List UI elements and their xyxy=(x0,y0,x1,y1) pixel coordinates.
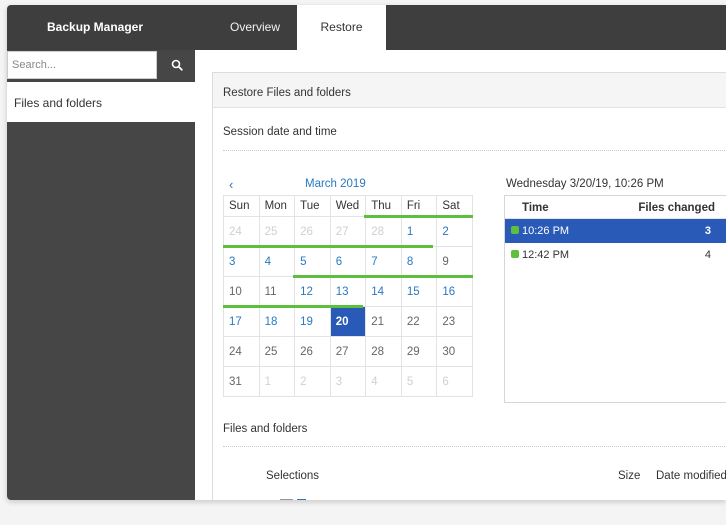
calendar-week-row: 3456789 xyxy=(223,246,473,277)
calendar-day[interactable]: 7 xyxy=(365,246,402,277)
backup-status-icon xyxy=(511,226,519,234)
calendar-day: 3 xyxy=(329,366,367,397)
backup-marker xyxy=(223,245,433,248)
calendar-day[interactable]: 18 xyxy=(258,306,296,337)
calendar-day: 4 xyxy=(365,366,402,397)
session-files-changed: 3 xyxy=(704,225,711,237)
calendar-day[interactable]: 15 xyxy=(400,276,438,307)
calendar-day: 27 xyxy=(329,336,367,367)
calendar-day[interactable]: 4 xyxy=(258,246,296,277)
session-row[interactable]: 12:42 PM 4 xyxy=(505,243,726,267)
sidebar-item-files-and-folders[interactable]: Files and folders xyxy=(7,82,195,122)
weekday-header: Mon xyxy=(258,195,296,217)
weekday-header: Tue xyxy=(294,195,331,217)
calendar-week-row: 31 1 2 3 4 5 6 xyxy=(223,366,473,397)
calendar-day: 30 xyxy=(436,336,473,367)
backup-marker xyxy=(293,275,473,278)
calendar-day: 31 xyxy=(223,366,260,397)
section-divider xyxy=(223,446,726,447)
calendar-day[interactable]: 5 xyxy=(294,246,331,277)
tab-overview[interactable]: Overview xyxy=(213,5,297,50)
files-section-label: Files and folders xyxy=(223,423,308,435)
calendar-day: 27 xyxy=(329,216,367,247)
calendar-day: 22 xyxy=(400,306,438,337)
calendar-day: 21 xyxy=(365,306,402,337)
calendar-day: 24 xyxy=(223,336,260,367)
calendar-day[interactable]: 17 xyxy=(223,306,260,337)
session-section-label: Session date and time xyxy=(223,126,337,138)
backup-marker xyxy=(364,215,473,218)
session-time: 12:42 PM xyxy=(522,249,570,261)
session-files-changed: 4 xyxy=(704,249,711,261)
calendar-day: 23 xyxy=(436,306,473,337)
calendar-day[interactable]: 8 xyxy=(400,246,438,277)
size-column-header[interactable]: Size xyxy=(618,470,640,482)
calendar-day: 5 xyxy=(400,366,438,397)
main-content: Restore Files and folders Session date a… xyxy=(195,50,726,500)
select-all-checkbox[interactable] xyxy=(280,499,293,500)
calendar-day: 26 xyxy=(294,336,331,367)
session-date-title: Wednesday 3/20/19, 10:26 PM xyxy=(506,178,664,190)
weekday-header: Wed xyxy=(329,195,367,217)
backup-status-icon xyxy=(511,250,519,258)
calendar-day[interactable]: 2 xyxy=(436,216,473,247)
sidebar-item-label: Files and folders xyxy=(14,96,103,110)
calendar-day: 26 xyxy=(294,216,331,247)
calendar-day: 24 xyxy=(223,216,260,247)
calendar-day: 6 xyxy=(436,366,473,397)
calendar-day: 2 xyxy=(294,366,331,397)
calendar-week-row: 10 11 12 13 14 15 16 xyxy=(223,276,473,307)
calendar-day[interactable]: 12 xyxy=(294,276,331,307)
restore-panel: Restore Files and folders Session date a… xyxy=(212,72,726,500)
app-title: Backup Manager xyxy=(47,20,144,34)
session-row[interactable]: 10:26 PM 3 xyxy=(505,219,726,243)
calendar-day[interactable]: 19 xyxy=(294,306,331,337)
calendar-day: 25 xyxy=(258,336,296,367)
calendar-day[interactable]: 3 xyxy=(223,246,260,277)
calendar-weekday-row: Sun Mon Tue Wed Thu Fri Sat xyxy=(223,195,473,217)
calendar-week-row: 24 25 26 27 28 1 2 xyxy=(223,216,473,247)
calendar-day: 28 xyxy=(365,336,402,367)
calendar-day: 1 xyxy=(258,366,296,397)
date-modified-column-header[interactable]: Date modified xyxy=(656,470,726,482)
calendar-day[interactable]: 13 xyxy=(329,276,367,307)
calendar-day[interactable]: 6 xyxy=(329,246,367,277)
calendar-week-row: 24 25 26 27 28 29 30 xyxy=(223,336,473,367)
calendar-day: 28 xyxy=(365,216,402,247)
chevron-left-icon[interactable]: ‹ xyxy=(229,177,233,192)
calendar-day: 29 xyxy=(400,336,438,367)
calendar-week-row: 17 18 19 20 21 22 23 xyxy=(223,306,473,337)
weekday-header: Fri xyxy=(400,195,438,217)
session-list-header: Time Files changed xyxy=(505,196,726,219)
weekday-header: Thu xyxy=(365,195,402,217)
calendar-day[interactable]: 16 xyxy=(436,276,473,307)
session-list: Time Files changed 10:26 PM 3 12:42 PM 4 xyxy=(504,195,726,403)
top-bar: Backup Manager Overview Restore xyxy=(7,5,726,50)
calendar-grid: Sun Mon Tue Wed Thu Fri Sat 24 25 26 27 28 1 2… xyxy=(223,195,473,397)
folder-icon xyxy=(297,499,306,500)
search-icon[interactable] xyxy=(163,51,191,79)
backup-marker xyxy=(223,305,363,308)
panel-title: Restore Files and folders xyxy=(213,73,726,108)
calendar-month-label: March 2019 xyxy=(305,178,366,190)
weekday-header: Sun xyxy=(223,195,260,217)
weekday-header: Sat xyxy=(436,195,473,217)
calendar-day[interactable]: 14 xyxy=(365,276,402,307)
selections-column-header[interactable]: Selections xyxy=(266,470,319,482)
time-column-header: Time xyxy=(522,202,549,214)
sidebar-search xyxy=(7,50,195,80)
section-divider xyxy=(223,150,726,151)
tab-restore[interactable]: Restore xyxy=(297,5,386,50)
session-time: 10:26 PM xyxy=(522,225,570,237)
files-changed-column-header: Files changed xyxy=(638,202,715,214)
sidebar: Files and folders xyxy=(7,50,195,500)
app-window: Backup Manager Overview Restore Files an… xyxy=(7,5,726,500)
calendar-day-selected[interactable]: 20 xyxy=(329,306,367,337)
calendar-day[interactable]: 1 xyxy=(400,216,438,247)
search-input[interactable] xyxy=(7,51,157,79)
calendar-day: 9 xyxy=(436,246,473,277)
calendar-day: 25 xyxy=(258,216,296,247)
calendar-day: 11 xyxy=(258,276,296,307)
calendar-day: 10 xyxy=(223,276,260,307)
